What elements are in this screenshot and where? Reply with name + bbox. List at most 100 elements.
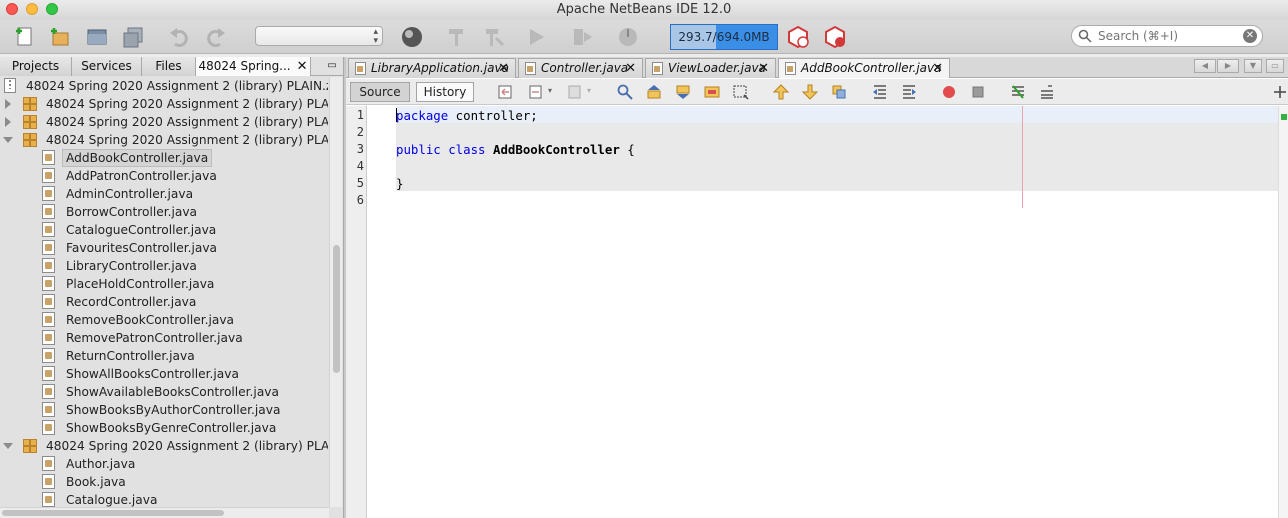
scroll-left-icon[interactable]: ◀ [1194,59,1216,73]
tree-file[interactable]: BorrowController.java [0,203,328,221]
tree-file[interactable]: Catalogue.java [0,491,328,507]
tree-file[interactable]: RemovePatronController.java [0,329,328,347]
scroll-right-icon[interactable]: ▶ [1217,59,1239,73]
editor-tab[interactable]: ViewLoader.java ✕ [645,58,776,78]
tab-list-icon[interactable]: ▼ [1244,59,1262,73]
profiler-snapshot-icon[interactable] [786,25,810,49]
tree-package-model[interactable]: 48024 Spring 2020 Assignment 2 (library)… [0,437,328,455]
tree-file-label: Book.java [66,475,126,489]
tree-file[interactable]: ReturnController.java [0,347,328,365]
tree-file[interactable]: ShowBooksByGenreController.java [0,419,328,437]
debug-icon[interactable] [570,25,594,49]
close-icon[interactable]: ✕ [932,59,943,78]
tree-file[interactable]: AdminController.java [0,185,328,203]
tree-file[interactable]: RemoveBookController.java [0,311,328,329]
browser-globe-icon[interactable] [400,25,424,49]
error-stripe[interactable] [1278,106,1288,518]
save-all-icon[interactable] [121,25,145,49]
tree-root[interactable]: 48024 Spring 2020 Assignment 2 (library)… [0,77,328,95]
find-previous-icon[interactable] [645,83,663,101]
tree-file[interactable]: CatalogueController.java [0,221,328,239]
stop-macro-recording-icon[interactable] [969,83,987,101]
tree-file[interactable]: PlaceHoldController.java [0,275,328,293]
rectangular-selection-icon[interactable] [732,83,750,101]
tab-services[interactable]: Services [72,57,142,76]
chevron-down-icon[interactable]: ▾ [587,86,591,95]
tree-file[interactable]: LibraryController.java [0,257,328,275]
previous-bookmark-icon[interactable] [772,83,790,101]
line-number: 6 [356,193,364,207]
find-next-icon[interactable] [674,83,692,101]
maximize-icon[interactable]: ▭ [1266,59,1284,73]
editor-tab[interactable]: LibraryApplication.java ✕ [348,58,516,78]
scrollbar-thumb[interactable] [333,245,340,373]
profile-icon[interactable] [616,25,640,49]
editor-tab-active[interactable]: AddBookController.java ✕ [778,58,950,78]
redo-icon[interactable] [204,25,228,49]
close-icon[interactable]: ✕ [297,59,308,74]
tab-files[interactable]: Files [142,57,196,76]
close-window-button[interactable] [6,3,18,15]
split-editor-icon[interactable] [1271,83,1288,101]
history-button[interactable]: History [416,82,474,102]
close-icon[interactable]: ✕ [758,59,769,78]
build-hammer-icon[interactable] [445,25,469,49]
close-icon[interactable]: ✕ [625,59,636,78]
tree-file[interactable]: ShowAvailableBooksController.java [0,383,328,401]
tree-file[interactable]: RecordController.java [0,293,328,311]
tree-horizontal-scrollbar[interactable] [0,507,329,518]
toggle-bookmark-icon[interactable] [830,83,848,101]
tree-file[interactable]: ShowAllBooksController.java [0,365,328,383]
start-macro-recording-icon[interactable] [940,83,958,101]
tree-file-selected[interactable]: AddBookController.java [0,149,328,167]
tree-file[interactable]: FavouritesController.java [0,239,328,257]
tree-package-controller[interactable]: 48024 Spring 2020 Assignment 2 (library)… [0,131,328,149]
tree-package[interactable]: 48024 Spring 2020 Assignment 2 (library)… [0,95,328,113]
new-project-icon[interactable] [48,25,72,49]
code-editor[interactable]: package controller; public class AddBook… [368,106,1278,518]
chevron-down-icon[interactable]: ▾ [548,86,552,95]
line-number: 5 [356,176,364,190]
scrollbar-thumb[interactable] [2,510,224,516]
new-file-icon[interactable] [13,25,37,49]
search-input[interactable] [1098,28,1238,44]
shift-left-icon[interactable] [871,83,889,101]
tree-file[interactable]: AddPatronController.java [0,167,328,185]
minimize-window-button[interactable] [26,3,38,15]
profiler-gc-icon[interactable] [823,25,847,49]
last-edit-icon[interactable] [497,83,515,101]
search-box[interactable]: ✕ [1071,25,1263,47]
tree-package[interactable]: 48024 Spring 2020 Assignment 2 (library)… [0,113,328,131]
maximize-window-button[interactable] [46,3,58,15]
editor-tab[interactable]: Controller.java ✕ [518,58,643,78]
toggle-highlight-icon[interactable] [703,83,721,101]
collapse-icon[interactable] [3,137,13,143]
close-icon[interactable]: ✕ [498,59,509,78]
tab-favorites[interactable]: 48024 Spring... ✕ [196,57,311,76]
clean-build-icon[interactable] [482,25,506,49]
tree-file[interactable]: ShowBooksByAuthorController.java [0,401,328,419]
tree-file[interactable]: Book.java [0,473,328,491]
tab-projects[interactable]: Projects [0,57,72,76]
back-icon[interactable] [527,83,545,101]
uncomment-icon[interactable] [1038,83,1056,101]
forward-icon[interactable] [566,83,584,101]
source-button[interactable]: Source [350,82,410,102]
expand-icon[interactable] [5,99,11,109]
configuration-select[interactable]: ▴ ▾ [255,26,383,46]
tree-file[interactable]: Author.java [0,455,328,473]
clear-search-icon[interactable]: ✕ [1243,29,1257,43]
comment-icon[interactable] [1009,83,1027,101]
expand-icon[interactable] [5,117,11,127]
find-icon[interactable] [616,83,634,101]
panel-menu-icon[interactable]: ▭ [323,59,341,73]
run-icon[interactable] [524,25,548,49]
tree-vertical-scrollbar[interactable] [329,77,342,507]
next-bookmark-icon[interactable] [801,83,819,101]
memory-indicator[interactable]: 293.7/694.0MB [670,24,778,50]
collapse-icon[interactable] [3,443,13,449]
undo-icon[interactable] [167,25,191,49]
shift-right-icon[interactable] [900,83,918,101]
open-project-icon[interactable] [85,25,109,49]
line-number: 4 [356,159,364,173]
